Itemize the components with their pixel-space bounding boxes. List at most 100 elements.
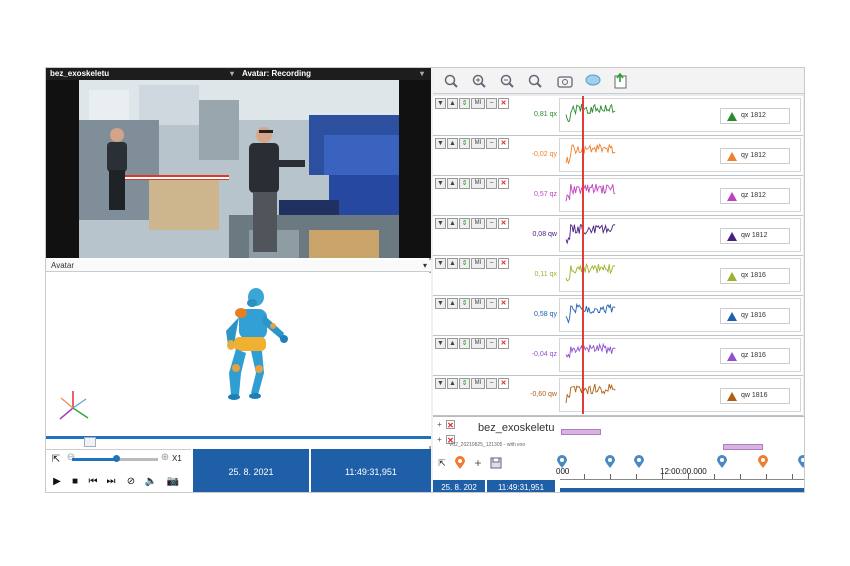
channel-plot[interactable]: qz 1816	[559, 338, 801, 372]
mi-button[interactable]: MI	[471, 138, 485, 149]
move-up-button[interactable]: ▲	[447, 218, 458, 229]
mi-button[interactable]: MI	[471, 338, 485, 349]
sync-off-icon[interactable]: ⊘	[124, 474, 138, 488]
marker-pin-icon-6[interactable]	[798, 455, 805, 469]
reorder-button[interactable]: ⇕	[459, 298, 470, 309]
move-up-button[interactable]: ▲	[447, 338, 458, 349]
segment-bar[interactable]	[561, 429, 601, 435]
detach-icon[interactable]: ⇱	[49, 452, 63, 466]
remove-channel-button[interactable]: ✕	[498, 258, 509, 269]
remove-channel-button[interactable]: ✕	[498, 98, 509, 109]
mi-button[interactable]: MI	[471, 218, 485, 229]
drag-handle-icon-2[interactable]: +	[435, 435, 444, 444]
collapse-button[interactable]: −	[486, 338, 497, 349]
move-down-button[interactable]: ▼	[435, 378, 446, 389]
marker-pin-icon-3[interactable]	[634, 455, 644, 469]
previous-frame-icon[interactable]: ⏮	[86, 474, 100, 488]
avatar-3d-view[interactable]	[46, 273, 431, 436]
move-down-button[interactable]: ▼	[435, 258, 446, 269]
remove-segment-icon[interactable]: ✕	[446, 420, 455, 430]
mi-button[interactable]: MI	[471, 298, 485, 309]
move-up-button[interactable]: ▲	[447, 98, 458, 109]
camera-icon[interactable]: 📷	[166, 474, 180, 488]
playback-speed[interactable]: X1	[172, 454, 182, 463]
collapse-button[interactable]: −	[486, 98, 497, 109]
stop-icon[interactable]: ■	[68, 474, 82, 488]
mi-button[interactable]: MI	[471, 98, 485, 109]
remove-channel-button[interactable]: ✕	[498, 338, 509, 349]
play-icon[interactable]: ▶	[50, 474, 64, 488]
collapse-button[interactable]: −	[486, 378, 497, 389]
volume-slider[interactable]	[72, 455, 158, 462]
move-down-button[interactable]: ▼	[435, 298, 446, 309]
marker-pin-icon-2[interactable]	[605, 455, 615, 469]
volume-down-icon[interactable]: ⊖	[64, 450, 78, 464]
mi-button[interactable]: MI	[471, 378, 485, 389]
zoom-reset-icon[interactable]	[525, 71, 545, 91]
mute-icon[interactable]: 🔈	[144, 474, 158, 488]
move-up-button[interactable]: ▲	[447, 138, 458, 149]
channel-plot[interactable]: qw 1812	[559, 218, 801, 252]
move-up-button[interactable]: ▲	[447, 258, 458, 269]
remove-channel-button[interactable]: ✕	[498, 138, 509, 149]
move-up-button[interactable]: ▲	[447, 178, 458, 189]
avatar-recording-dropdown-icon[interactable]: ▾	[420, 68, 424, 80]
reorder-button[interactable]: ⇕	[459, 138, 470, 149]
playhead-line[interactable]	[582, 96, 584, 414]
zoom-fit-icon[interactable]	[441, 71, 461, 91]
add-icon[interactable]: +	[471, 456, 485, 470]
screenshot-icon[interactable]	[555, 71, 575, 91]
reorder-button[interactable]: ⇕	[459, 218, 470, 229]
marker-pin-icon[interactable]	[557, 455, 567, 469]
timeline-ruler[interactable]: 000 12:00:00.000	[556, 454, 805, 480]
move-up-button[interactable]: ▲	[447, 378, 458, 389]
add-marker-icon[interactable]	[453, 456, 467, 470]
channel-plot[interactable]: qx 1812	[559, 98, 801, 132]
timeline-scroll-bar[interactable]	[560, 488, 804, 492]
collapse-button[interactable]: −	[486, 178, 497, 189]
zoom-out-icon[interactable]	[497, 71, 517, 91]
channel-plot[interactable]: qy 1812	[559, 138, 801, 172]
remove-channel-button[interactable]: ✕	[498, 378, 509, 389]
move-down-button[interactable]: ▼	[435, 218, 446, 229]
collapse-button[interactable]: −	[486, 258, 497, 269]
reorder-button[interactable]: ⇕	[459, 178, 470, 189]
next-frame-icon[interactable]: ⏭	[104, 474, 118, 488]
collapse-button[interactable]: −	[486, 138, 497, 149]
collapse-button[interactable]: −	[486, 298, 497, 309]
reorder-button[interactable]: ⇕	[459, 338, 470, 349]
reorder-button[interactable]: ⇕	[459, 98, 470, 109]
marker-pin-icon-4[interactable]	[717, 455, 727, 469]
reorder-button[interactable]: ⇕	[459, 378, 470, 389]
avatar-panel-dropdown-icon[interactable]: ▾	[423, 260, 427, 272]
export-icon[interactable]	[611, 71, 631, 91]
channel-plot[interactable]: qw 1816	[559, 378, 801, 412]
move-down-button[interactable]: ▼	[435, 98, 446, 109]
channel-plot[interactable]: qz 1812	[559, 178, 801, 212]
volume-up-icon[interactable]: ⊕	[158, 450, 172, 464]
reorder-button[interactable]: ⇕	[459, 258, 470, 269]
detach-timeline-icon[interactable]: ⇱	[435, 456, 449, 470]
mi-button[interactable]: MI	[471, 258, 485, 269]
mi-button[interactable]: MI	[471, 178, 485, 189]
drag-handle-icon[interactable]: +	[435, 420, 444, 429]
move-down-button[interactable]: ▼	[435, 338, 446, 349]
collapse-button[interactable]: −	[486, 218, 497, 229]
comment-icon[interactable]	[583, 71, 603, 91]
move-down-button[interactable]: ▼	[435, 138, 446, 149]
remove-channel-button[interactable]: ✕	[498, 298, 509, 309]
remove-channel-button[interactable]: ✕	[498, 218, 509, 229]
save-icon[interactable]	[489, 456, 503, 470]
video-scrub-bar[interactable]	[46, 436, 431, 447]
volume-knob[interactable]	[113, 455, 120, 462]
segment-bar-2[interactable]	[723, 444, 763, 450]
channel-plot[interactable]: qx 1816	[559, 258, 801, 292]
video-view[interactable]	[46, 80, 431, 258]
move-up-button[interactable]: ▲	[447, 298, 458, 309]
zoom-in-icon[interactable]	[469, 71, 489, 91]
channel-plot[interactable]: qy 1816	[559, 298, 801, 332]
scrub-thumb[interactable]	[84, 437, 96, 447]
remove-channel-button[interactable]: ✕	[498, 178, 509, 189]
marker-pin-icon-5[interactable]	[758, 455, 768, 469]
move-down-button[interactable]: ▼	[435, 178, 446, 189]
